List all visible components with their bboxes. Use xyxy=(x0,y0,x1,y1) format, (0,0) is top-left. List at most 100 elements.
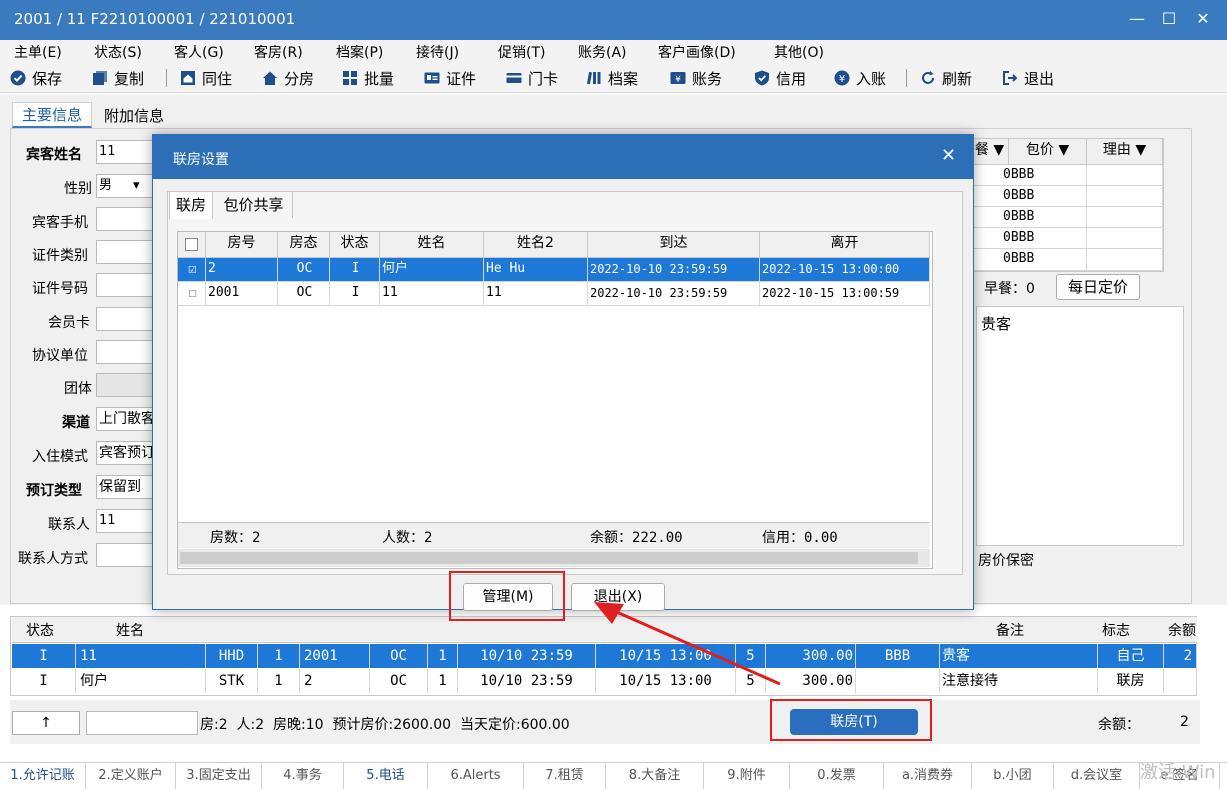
count-cell: 1 xyxy=(258,669,300,693)
table-row[interactable]: ☑ 2 OC I 何户 He Hu 2022-10-10 23:59:59 20… xyxy=(178,258,930,282)
meal-column-header[interactable]: 餐 ▼ xyxy=(971,139,1009,165)
tab-affairs[interactable]: 4.事务 xyxy=(262,763,344,789)
menu-accounts[interactable]: 账务(A) xyxy=(578,42,627,62)
room-status-cell: OC xyxy=(370,669,428,693)
dialog-close-icon[interactable]: ✕ xyxy=(941,145,956,166)
tab-small-group[interactable]: b.小团 xyxy=(972,763,1054,789)
scrollbar-thumb[interactable] xyxy=(180,552,918,564)
menu-reception[interactable]: 接待(J) xyxy=(416,42,459,62)
booking-type-select[interactable]: 保留到 xyxy=(96,475,156,499)
package-row[interactable]: 0BBB xyxy=(971,207,1087,228)
name-column-header[interactable]: 姓名 xyxy=(116,620,144,640)
balance-column-header[interactable]: 余额 xyxy=(1168,620,1196,640)
tab-extra-info[interactable]: 附加信息 xyxy=(96,104,172,128)
menu-other[interactable]: 其他(O) xyxy=(774,42,824,62)
tab-voucher[interactable]: a.消费券 xyxy=(884,763,972,789)
menu-profile[interactable]: 档案(P) xyxy=(336,42,383,62)
remark-column-header[interactable]: 备注 xyxy=(996,620,1024,640)
name2-column-header[interactable]: 姓名2 xyxy=(484,232,588,258)
name-column-header[interactable]: 姓名 xyxy=(380,232,484,258)
flag-column-header[interactable]: 标志 xyxy=(1102,620,1130,640)
room-status-column-header[interactable]: 房态 xyxy=(278,232,330,258)
assign-room-button[interactable]: 分房 xyxy=(262,67,314,89)
breakfast-label: 早餐：0 xyxy=(984,281,1035,297)
tab-phone[interactable]: 5.电话 xyxy=(344,763,428,789)
quick-search-input[interactable] xyxy=(86,711,198,735)
tab-package-share[interactable]: 包价共享 xyxy=(215,192,293,218)
accounts-button[interactable]: ¥ 账务 xyxy=(670,67,722,89)
linked-room-button[interactable]: 联房(T) xyxy=(790,709,918,735)
reason-cell[interactable] xyxy=(1087,249,1163,271)
id-document-button[interactable]: 证件 xyxy=(424,67,476,89)
channel-select[interactable]: 上门散客 xyxy=(96,407,156,431)
door-card-button[interactable]: 门卡 xyxy=(506,67,558,89)
depart-column-header[interactable]: 离开 xyxy=(760,232,930,258)
agreement-input[interactable] xyxy=(96,340,156,364)
package-row[interactable]: 0BBB xyxy=(971,165,1087,186)
member-card-input[interactable] xyxy=(96,307,156,331)
manage-button[interactable]: 管理(M) xyxy=(463,583,553,611)
maximize-button[interactable]: ☐ xyxy=(1156,6,1182,32)
up-arrow-button[interactable]: ↑ xyxy=(12,711,80,735)
price-secret-checkbox[interactable]: 房价保密 xyxy=(978,550,1034,570)
tab-invoice[interactable]: 0.发票 xyxy=(790,763,884,789)
room-column-header[interactable]: 房号 xyxy=(206,232,278,258)
row-checkbox[interactable]: ☑ xyxy=(178,258,206,282)
credit-button[interactable]: 信用 xyxy=(754,67,806,89)
tab-define-account[interactable]: 2.定义账户 xyxy=(86,763,176,789)
menu-main[interactable]: 主单(E) xyxy=(14,42,62,62)
tab-big-remark[interactable]: 8.大备注 xyxy=(606,763,704,789)
tab-rental[interactable]: 7.租赁 xyxy=(524,763,606,789)
menu-guest[interactable]: 客人(G) xyxy=(174,42,224,62)
status-column-header[interactable]: 状态 xyxy=(26,620,54,640)
row-checkbox[interactable]: ☐ xyxy=(178,282,206,306)
minimize-button[interactable]: — xyxy=(1124,6,1150,32)
share-room-button[interactable]: 同住 xyxy=(180,67,232,89)
reason-cell[interactable] xyxy=(1087,165,1163,186)
tab-main-info[interactable]: 主要信息 xyxy=(12,102,92,128)
select-all-checkbox[interactable] xyxy=(178,232,206,258)
post-entry-button[interactable]: ¥ 入账 xyxy=(834,67,886,89)
home-box-icon xyxy=(181,71,195,85)
profile-button[interactable]: 档案 xyxy=(586,67,638,89)
save-button[interactable]: 保存 xyxy=(10,67,62,89)
horizontal-scrollbar[interactable] xyxy=(178,549,930,567)
checkin-mode-select[interactable]: 宾客预订 xyxy=(96,441,156,465)
copy-button[interactable]: 复制 xyxy=(92,67,144,89)
package-row[interactable]: 0BBB xyxy=(971,249,1087,271)
guest-name-input[interactable]: 11 xyxy=(96,140,156,164)
remark-textarea[interactable]: 贵客 xyxy=(976,306,1184,546)
menu-customer-profile[interactable]: 客户画像(D) xyxy=(658,42,736,62)
reason-cell[interactable] xyxy=(1087,228,1163,249)
tab-allow-charge[interactable]: 1.允许记账 xyxy=(0,763,86,789)
id-number-input[interactable] xyxy=(96,273,156,297)
menu-status[interactable]: 状态(S) xyxy=(94,42,142,62)
contact-input[interactable]: 11 xyxy=(96,509,156,533)
daily-price-button[interactable]: 每日定价 xyxy=(1056,274,1140,300)
close-button[interactable]: ✕ xyxy=(1190,6,1216,32)
tab-fixed-expense[interactable]: 3.固定支出 xyxy=(176,763,262,789)
group-input[interactable] xyxy=(96,373,156,397)
phone-input[interactable] xyxy=(96,207,156,231)
gender-select[interactable]: 男 ▾ xyxy=(96,174,156,198)
menu-room[interactable]: 客房(R) xyxy=(254,42,303,62)
reason-cell[interactable] xyxy=(1087,186,1163,207)
package-column-header[interactable]: 包价 ▼ xyxy=(1009,139,1087,165)
reason-cell[interactable] xyxy=(1087,207,1163,228)
exit-button[interactable]: 退出 xyxy=(1002,67,1054,89)
contact-method-input[interactable] xyxy=(96,543,156,567)
id-type-select[interactable] xyxy=(96,240,156,264)
tab-attachment[interactable]: 9.附件 xyxy=(704,763,790,789)
table-row[interactable]: ☐ 2001 OC I 11 11 2022-10-10 23:59:59 20… xyxy=(178,282,930,306)
tab-meeting-room[interactable]: d.会议室 xyxy=(1054,763,1140,789)
menu-promotion[interactable]: 促销(T) xyxy=(498,42,545,62)
tab-alerts[interactable]: 6.Alerts xyxy=(428,763,524,789)
package-row[interactable]: 0BBB xyxy=(971,186,1087,207)
arrive-column-header[interactable]: 到达 xyxy=(588,232,760,258)
status-column-header[interactable]: 状态 xyxy=(330,232,380,258)
package-row[interactable]: 0BBB xyxy=(971,228,1087,249)
refresh-button[interactable]: 刷新 xyxy=(920,67,972,89)
reason-column-header[interactable]: 理由 ▼ xyxy=(1087,139,1163,165)
batch-button[interactable]: 批量 xyxy=(342,67,394,89)
tab-linked-room[interactable]: 联房 xyxy=(169,191,213,219)
